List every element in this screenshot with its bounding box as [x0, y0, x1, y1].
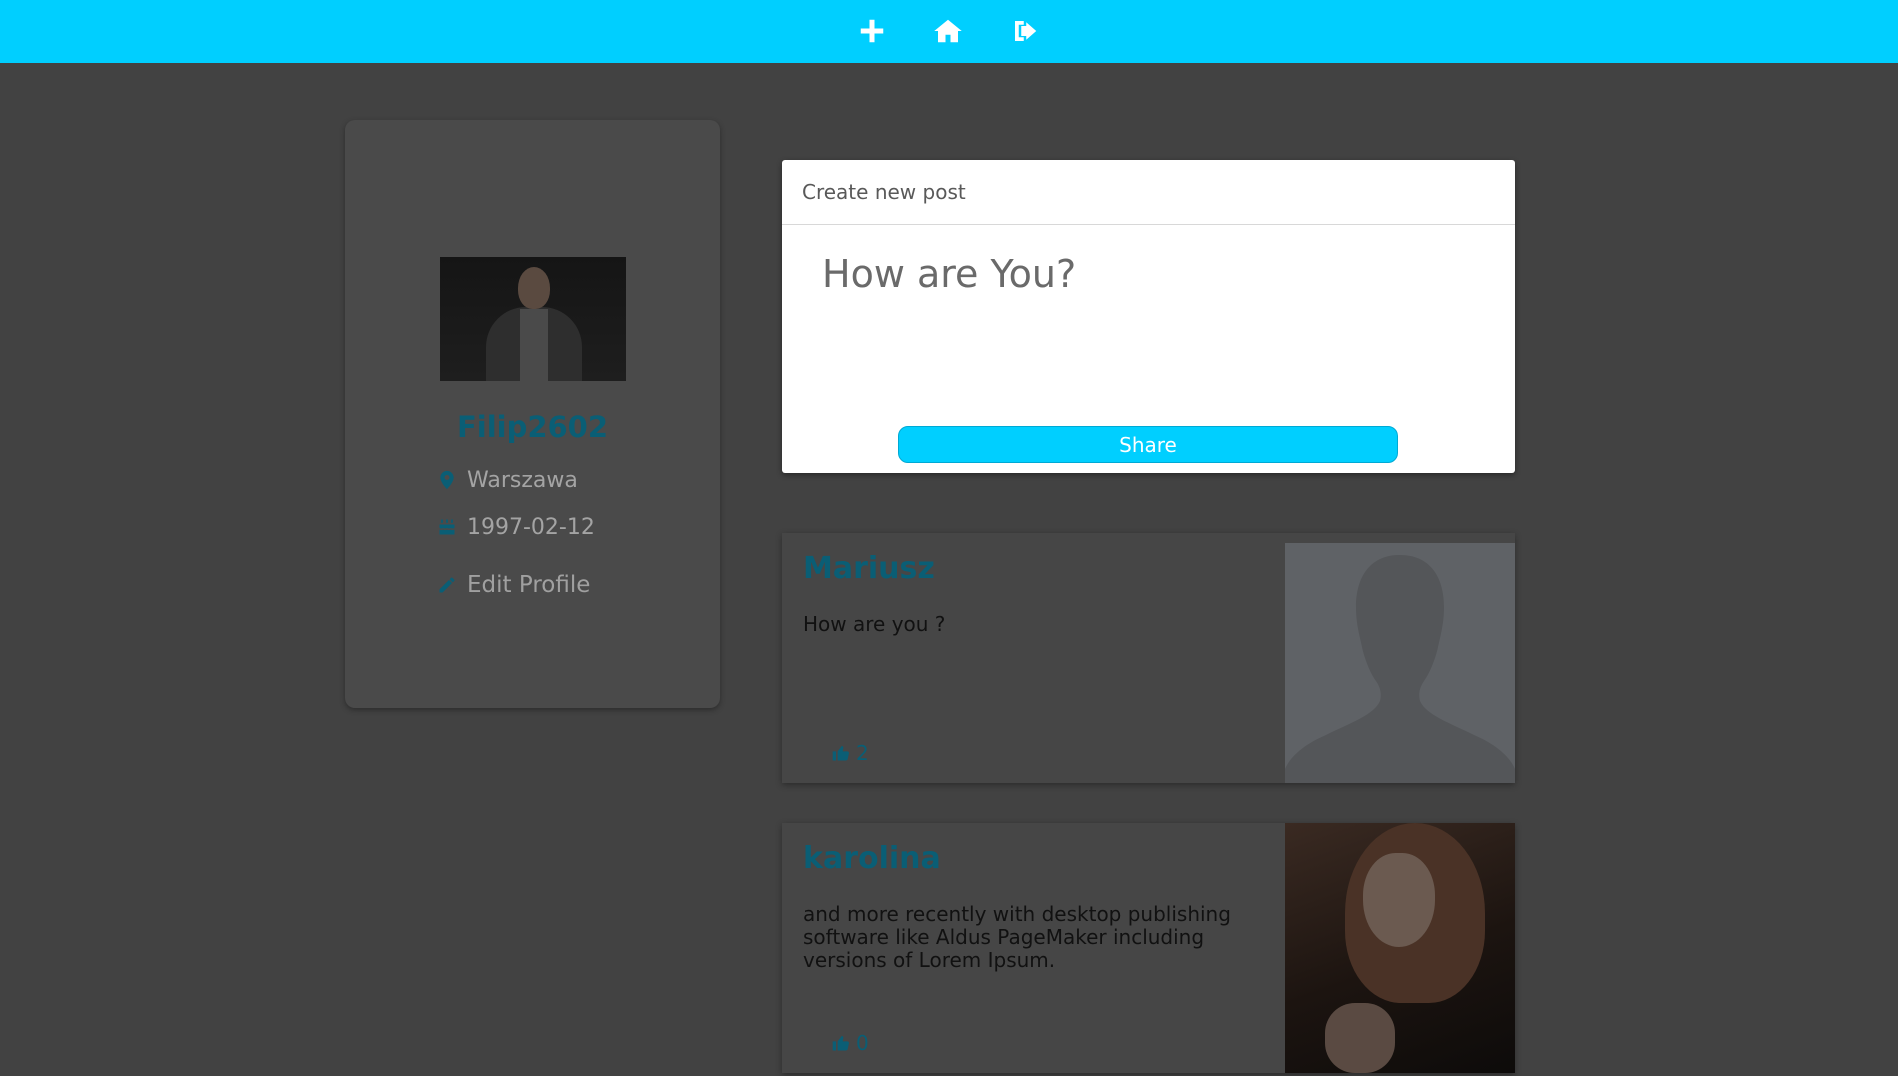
add-post-button[interactable]	[854, 14, 890, 48]
home-button[interactable]	[930, 14, 966, 48]
birthdate-text: 1997-02-12	[467, 514, 595, 540]
edit-profile-link[interactable]: Edit Profile	[437, 570, 590, 600]
silhouette-icon	[1285, 555, 1515, 783]
post-content-input[interactable]	[804, 240, 1494, 360]
edit-profile-label: Edit Profile	[467, 572, 591, 598]
logout-icon	[1015, 21, 1037, 41]
user-photo	[1285, 823, 1515, 1073]
create-post-header: Create new post	[782, 160, 1515, 225]
birthday-cake-icon	[439, 519, 455, 535]
profile-username: Filip2602	[456, 410, 609, 444]
thumbs-up-icon	[832, 745, 849, 761]
location-text: Warszawa	[467, 467, 578, 493]
top-navbar	[0, 0, 1898, 63]
post-author[interactable]: karolina	[803, 841, 941, 876]
pencil-icon	[439, 577, 455, 593]
post-text: and more recently with desktop publishin…	[803, 902, 1231, 972]
create-post-card: Create new post Share	[782, 160, 1515, 473]
profile-card: Filip2602 Warszawa 1997-02-12 Edit Profi…	[345, 120, 720, 708]
like-button[interactable]: 2	[830, 741, 869, 765]
avatar	[440, 257, 626, 381]
profile-birthdate: 1997-02-12	[437, 512, 595, 542]
profile-location: Warszawa	[437, 465, 578, 495]
post-text: How are you ?	[803, 612, 946, 636]
share-button[interactable]: Share	[898, 426, 1398, 463]
post-card: Mariusz How are you ? 2	[782, 533, 1515, 783]
like-button[interactable]: 0	[830, 1031, 869, 1055]
map-pin-icon	[440, 470, 454, 490]
logout-button[interactable]	[1007, 14, 1043, 48]
like-count: 2	[856, 741, 869, 765]
like-count: 0	[856, 1031, 869, 1055]
plus-icon	[860, 19, 884, 43]
default-avatar-silhouette	[1285, 543, 1515, 783]
thumbs-up-icon	[832, 1035, 849, 1051]
post-author[interactable]: Mariusz	[803, 551, 935, 586]
content-area: Filip2602 Warszawa 1997-02-12 Edit Profi…	[0, 63, 1898, 1076]
post-card: karolina and more recently with desktop …	[782, 823, 1515, 1073]
home-icon	[934, 19, 962, 43]
